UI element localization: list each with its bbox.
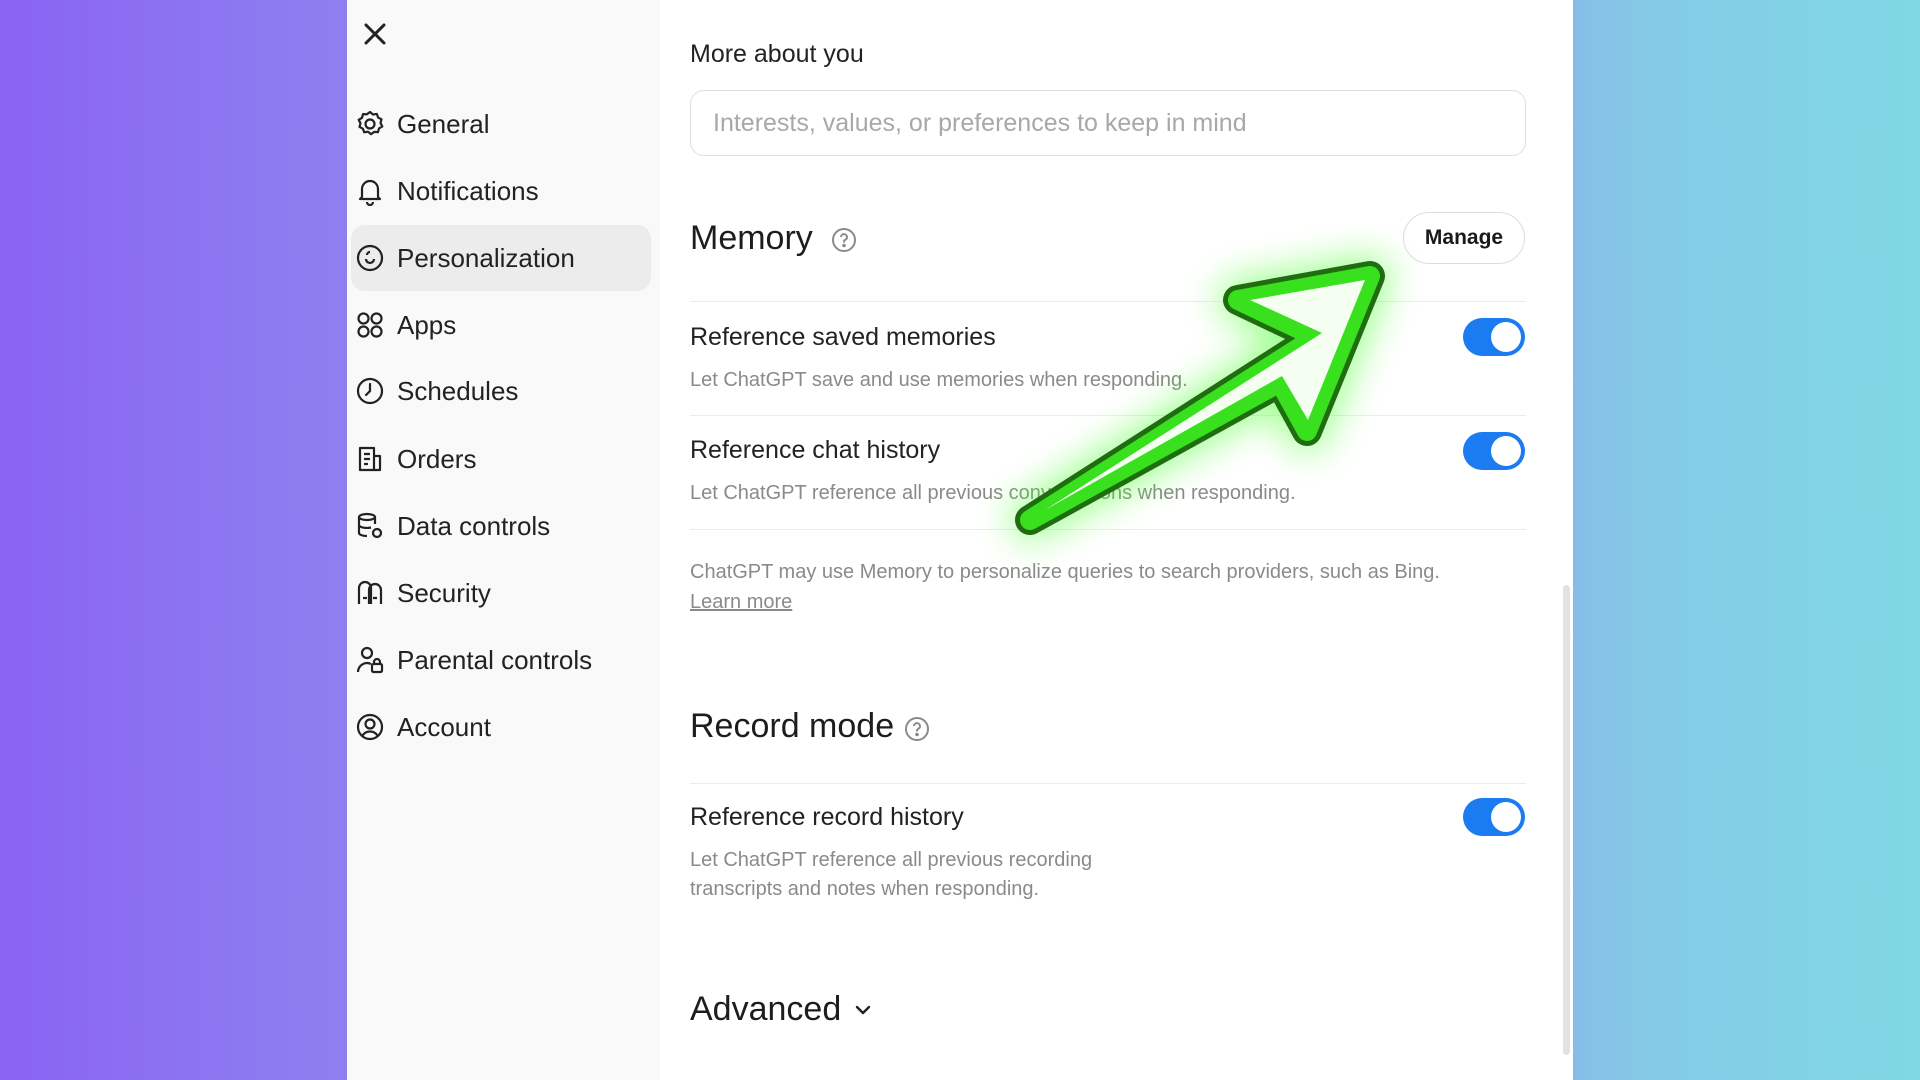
close-button[interactable] [357, 16, 393, 52]
sidebar-item-security[interactable]: Security [351, 560, 651, 626]
sidebar-item-label: Personalization [397, 242, 575, 273]
divider [690, 783, 1526, 784]
manage-memory-button[interactable]: Manage [1403, 212, 1525, 264]
sidebar-item-label: Notifications [397, 175, 539, 206]
divider [690, 529, 1526, 530]
divider [690, 301, 1526, 302]
record-history-description-line2: transcripts and notes when responding. [690, 878, 1040, 900]
sidebar-item-schedules[interactable]: Schedules [351, 358, 651, 424]
advanced-heading: Advanced [690, 990, 842, 1028]
settings-dialog: General Notifications Personalization Ap… [347, 0, 1573, 1080]
record-history-toggle[interactable] [1463, 798, 1525, 836]
sidebar-item-orders[interactable]: Orders [351, 426, 651, 492]
sidebar-item-label: Apps [397, 309, 457, 340]
sidebar-item-label: Account [397, 711, 491, 742]
apps-grid-icon [353, 308, 387, 342]
sidebar-item-label: Schedules [397, 375, 519, 406]
chat-history-description: Let ChatGPT reference all previous conve… [690, 482, 1296, 504]
help-icon[interactable] [903, 715, 931, 743]
sidebar-item-label: Data controls [397, 510, 551, 541]
sidebar-item-data-controls[interactable]: Data controls [351, 493, 651, 559]
sidebar-item-label: Parental controls [397, 644, 593, 675]
memory-note: ChatGPT may use Memory to personalize qu… [690, 557, 1450, 617]
bell-icon [353, 174, 387, 208]
memory-note-text: ChatGPT may use Memory to personalize qu… [690, 561, 1440, 583]
sidebar-item-apps[interactable]: Apps [351, 292, 651, 358]
record-mode-heading: Record mode [690, 707, 895, 745]
sidebar-item-personalization[interactable]: Personalization [351, 225, 651, 291]
learn-more-link[interactable]: Learn more [690, 591, 792, 613]
saved-memories-toggle[interactable] [1463, 318, 1525, 356]
close-icon [364, 23, 386, 45]
account-icon [353, 710, 387, 744]
record-history-title: Reference record history [690, 803, 964, 831]
more-about-you-input[interactable] [690, 90, 1526, 156]
saved-memories-description: Let ChatGPT save and use memories when r… [690, 369, 1188, 391]
toggle-knob [1491, 436, 1521, 466]
sidebar-item-label: Security [397, 577, 491, 608]
clock-icon [353, 374, 387, 408]
saved-memories-title: Reference saved memories [690, 323, 996, 351]
settings-sidebar: General Notifications Personalization Ap… [347, 0, 660, 1080]
advanced-section-toggle[interactable]: Advanced [690, 990, 875, 1029]
toggle-knob [1491, 802, 1521, 832]
sidebar-item-general[interactable]: General [351, 91, 651, 157]
toggle-knob [1491, 322, 1521, 352]
chevron-down-icon [856, 1005, 871, 1014]
chat-history-toggle[interactable] [1463, 432, 1525, 470]
sidebar-item-account[interactable]: Account [351, 694, 651, 760]
chat-history-title: Reference chat history [690, 436, 941, 464]
parental-controls-icon [353, 643, 387, 677]
sidebar-item-label: Orders [397, 443, 477, 474]
database-gear-icon [353, 509, 387, 543]
record-history-description-line1: Let ChatGPT reference all previous recor… [690, 849, 1093, 871]
settings-content: More about you Memory Manage Reference s… [690, 0, 1530, 1080]
sidebar-item-notifications[interactable]: Notifications [351, 158, 651, 224]
gear-icon [353, 107, 387, 141]
personalization-icon [353, 241, 387, 275]
security-icon [353, 576, 387, 610]
sidebar-item-label: General [397, 108, 490, 139]
divider [690, 415, 1526, 416]
help-icon[interactable] [830, 226, 858, 254]
memory-heading: Memory [690, 219, 813, 257]
scrollbar[interactable] [1563, 585, 1570, 1055]
more-about-you-label: More about you [690, 40, 864, 68]
sidebar-item-parental-controls[interactable]: Parental controls [351, 627, 651, 693]
orders-icon [353, 442, 387, 476]
